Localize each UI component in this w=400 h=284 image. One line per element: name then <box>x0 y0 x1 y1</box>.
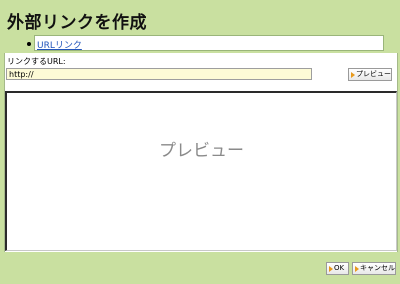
preview-button-label: プレビュー <box>356 70 391 78</box>
cancel-button-label: キャンセル <box>360 264 395 272</box>
arrow-right-icon <box>329 265 333 272</box>
preview-area: プレビュー <box>5 91 397 251</box>
list-bullet <box>27 42 31 46</box>
url-link-option[interactable]: URLリンク <box>37 38 82 51</box>
dialog-title: 外部リンクを作成 <box>7 13 147 33</box>
url-field-label: リンクするURL: <box>7 57 66 66</box>
cancel-button[interactable]: キャンセル <box>352 262 396 275</box>
ok-button[interactable]: OK <box>326 262 349 275</box>
preview-placeholder: プレビュー <box>159 141 244 161</box>
url-input[interactable] <box>6 68 312 80</box>
link-type-item[interactable]: URLリンク <box>34 35 384 51</box>
ok-button-label: OK <box>334 264 345 272</box>
link-settings-panel: リンクするURL: プレビュー プレビュー <box>4 53 398 252</box>
preview-button[interactable]: プレビュー <box>348 68 392 81</box>
arrow-right-icon <box>351 71 355 78</box>
arrow-right-icon <box>355 265 359 272</box>
